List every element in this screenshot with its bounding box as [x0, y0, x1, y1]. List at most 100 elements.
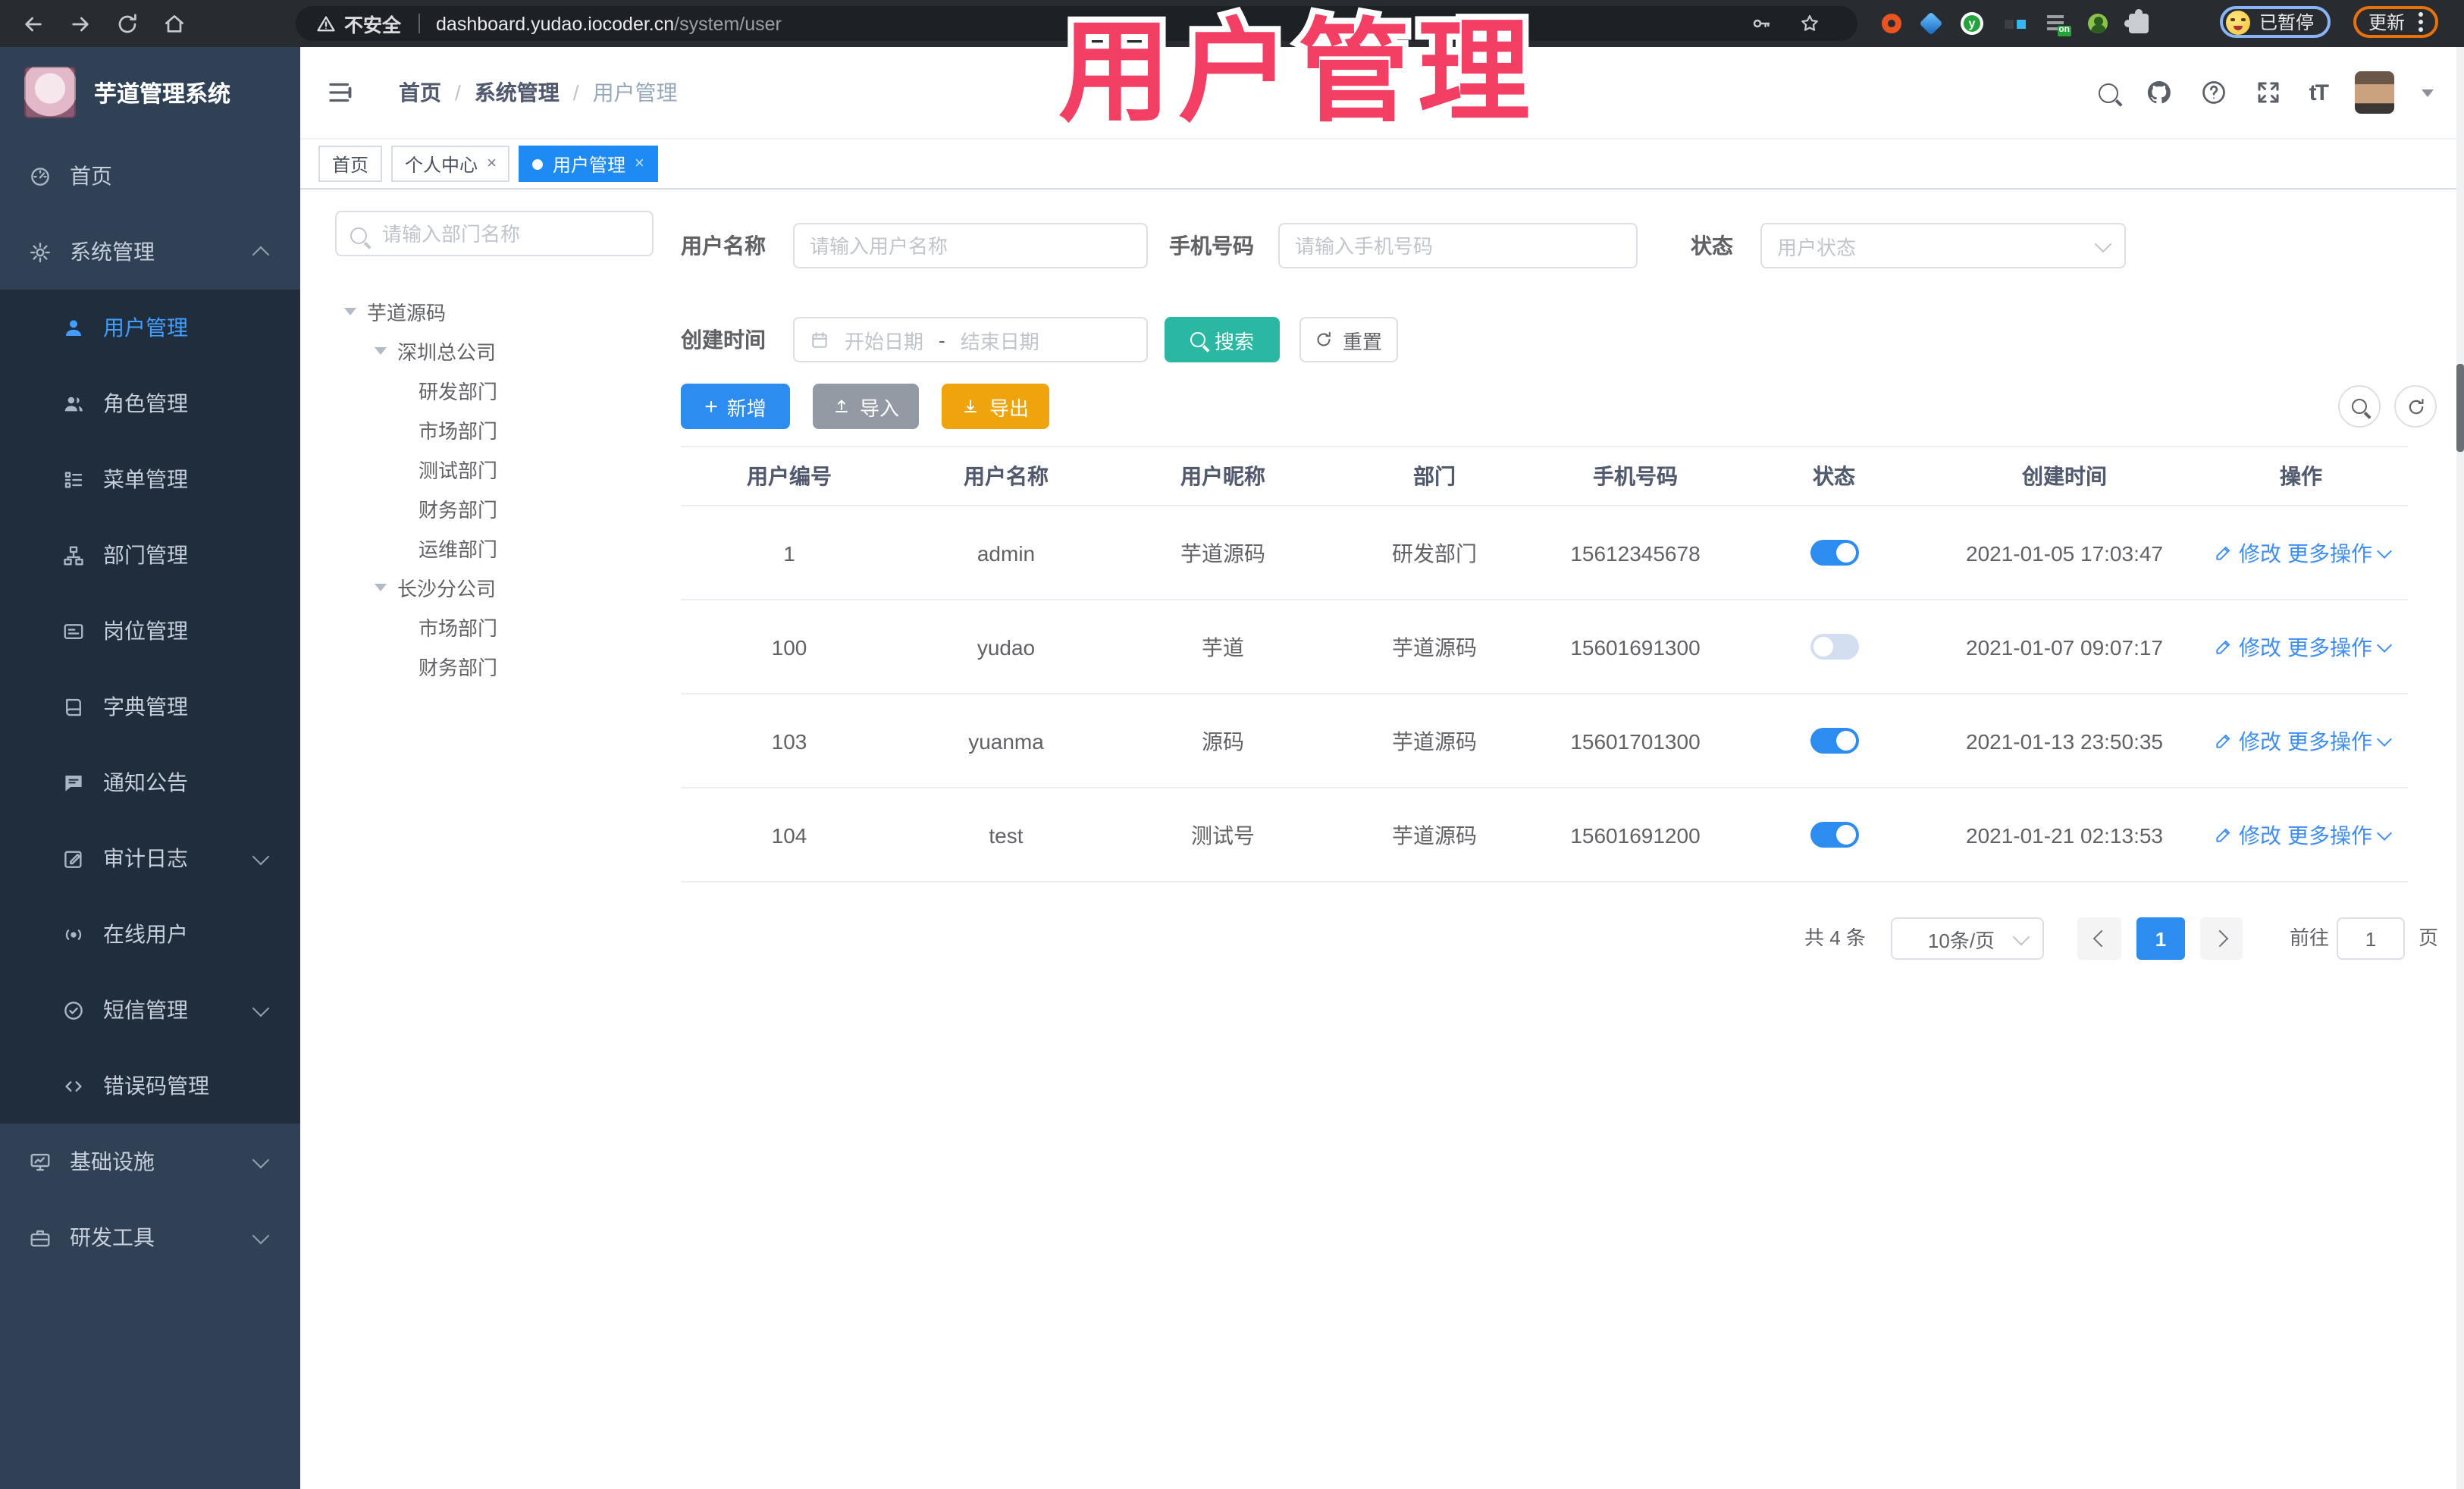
ubuntu-extension-icon[interactable]	[1882, 14, 1901, 33]
toggle-search-button[interactable]	[2338, 385, 2381, 428]
reload-icon[interactable]	[115, 11, 140, 36]
header-search-icon[interactable]	[2098, 83, 2118, 102]
goto-page-input[interactable]	[2337, 917, 2405, 960]
status-toggle[interactable]	[1810, 540, 1858, 566]
browser-update-button[interactable]: 更新	[2353, 6, 2439, 38]
status-select[interactable]: 用户状态	[1760, 223, 2126, 268]
sidebar-toggle-icon[interactable]	[326, 79, 353, 106]
tree-node-label: 长沙分公司	[397, 577, 497, 600]
address-divider	[418, 14, 420, 33]
import-button[interactable]: 导入	[813, 384, 919, 429]
page-scrollbar[interactable]	[2456, 47, 2464, 1489]
tree-node-长沙分公司[interactable]: 长沙分公司	[300, 567, 664, 607]
username-input[interactable]	[793, 223, 1148, 268]
sidebar-item-短信管理[interactable]: 短信管理	[0, 972, 300, 1048]
extensions-row: y on	[1882, 0, 2149, 47]
sidebar-item-岗位管理[interactable]: 岗位管理	[0, 593, 300, 669]
forward-icon[interactable]	[68, 11, 92, 36]
sidebar-item-基础设施[interactable]: 基础设施	[0, 1124, 300, 1199]
tree-node-财务部门[interactable]: 财务部门	[300, 646, 664, 685]
caret-down-icon[interactable]	[375, 346, 387, 354]
reset-button[interactable]: 重置	[1299, 317, 1398, 362]
sidebar-item-审计日志[interactable]: 审计日志	[0, 820, 300, 896]
edit-pencil-icon	[2215, 546, 2230, 560]
browser-profile-chip[interactable]: 已暂停	[2220, 6, 2331, 38]
fullscreen-icon[interactable]	[2255, 79, 2282, 106]
status-toggle[interactable]	[1810, 822, 1858, 848]
tree-node-测试部门[interactable]: 测试部门	[300, 449, 664, 488]
address-bar[interactable]: 不安全 dashboard.yudao.iocoder.cn /system/u…	[296, 6, 1857, 41]
person-extension-icon[interactable]	[2088, 14, 2108, 33]
tree-node-深圳总公司[interactable]: 深圳总公司	[300, 331, 664, 370]
help-icon[interactable]	[2200, 79, 2227, 106]
tree-node-芋道源码[interactable]: 芋道源码	[300, 291, 664, 331]
more-actions-link[interactable]: 更多操作	[2287, 820, 2391, 850]
tab-个人中心[interactable]: 个人中心 ×	[391, 146, 510, 182]
close-icon[interactable]: ×	[635, 155, 644, 172]
next-page-button[interactable]	[2200, 917, 2243, 960]
tab-用户管理[interactable]: 用户管理 ×	[519, 146, 658, 182]
sidebar-item-菜单管理[interactable]: 菜单管理	[0, 441, 300, 517]
caret-down-icon[interactable]	[344, 307, 356, 315]
breadcrumb-item[interactable]: 系统管理	[475, 77, 560, 108]
sidebar-item-字典管理[interactable]: 字典管理	[0, 669, 300, 744]
sidebar-item-系统管理[interactable]: 系统管理	[0, 214, 300, 290]
org-tree-icon	[61, 543, 85, 567]
password-key-icon[interactable]	[1750, 12, 1773, 35]
caret-down-icon[interactable]	[375, 583, 387, 591]
sidebar-item-错误码管理[interactable]: 错误码管理	[0, 1048, 300, 1124]
edit-link[interactable]: 修改	[2213, 632, 2281, 662]
on-badge-extension-icon[interactable]: on	[2047, 14, 2071, 36]
add-button[interactable]: + 新增	[681, 384, 790, 429]
home-icon[interactable]	[162, 11, 187, 36]
squares-extension-icon[interactable]	[2005, 19, 2026, 28]
date-range-picker[interactable]: 开始日期 - 结束日期	[793, 317, 1148, 362]
export-button[interactable]: 导出	[942, 384, 1049, 429]
scrollbar-thumb[interactable]	[2456, 364, 2464, 452]
sidebar-item-研发工具[interactable]: 研发工具	[0, 1199, 300, 1275]
refresh-table-button[interactable]	[2394, 385, 2437, 428]
more-actions-link[interactable]: 更多操作	[2287, 538, 2391, 568]
page-unit-label: 页	[2419, 926, 2439, 949]
back-icon[interactable]	[21, 11, 45, 36]
tab-首页[interactable]: 首页	[318, 146, 383, 182]
prev-page-button[interactable]	[2077, 917, 2121, 960]
sidebar-item-用户管理[interactable]: 用户管理	[0, 290, 300, 365]
tree-node-财务部门[interactable]: 财务部门	[300, 488, 664, 528]
more-actions-link[interactable]: 更多操作	[2287, 632, 2391, 662]
extensions-puzzle-icon[interactable]	[2124, 9, 2149, 33]
avatar-dropdown-caret-icon[interactable]	[2422, 89, 2434, 96]
tree-node-label: 测试部门	[419, 459, 498, 481]
sidebar-item-部门管理[interactable]: 部门管理	[0, 517, 300, 593]
more-actions-link[interactable]: 更多操作	[2287, 726, 2391, 756]
dept-search-input[interactable]	[335, 211, 654, 256]
tree-node-市场部门[interactable]: 市场部门	[300, 607, 664, 646]
sidebar-item-通知公告[interactable]: 通知公告	[0, 744, 300, 820]
tree-node-运维部门[interactable]: 运维部门	[300, 528, 664, 567]
user-avatar[interactable]	[2355, 71, 2394, 114]
gem-extension-icon[interactable]	[1919, 11, 1943, 36]
green-circle-extension-icon[interactable]: y	[1961, 12, 1983, 35]
current-page-button[interactable]: 1	[2136, 917, 2185, 960]
browser-menu-icon[interactable]	[2419, 20, 2424, 24]
app-logo[interactable]: 芋道管理系统	[0, 47, 300, 138]
status-toggle[interactable]	[1810, 634, 1858, 660]
sidebar-item-角色管理[interactable]: 角色管理	[0, 365, 300, 441]
page-size-select[interactable]: 10条/页	[1891, 917, 2044, 960]
edit-link[interactable]: 修改	[2213, 726, 2281, 756]
breadcrumb-item[interactable]: 首页	[399, 77, 441, 108]
tree-node-研发部门[interactable]: 研发部门	[300, 370, 664, 409]
status-cell	[1733, 540, 1935, 566]
font-size-icon[interactable]: tT	[2309, 80, 2329, 105]
status-toggle[interactable]	[1810, 728, 1858, 754]
search-button[interactable]: 搜索	[1165, 317, 1280, 362]
edit-link[interactable]: 修改	[2213, 538, 2281, 568]
sidebar-item-首页[interactable]: 首页	[0, 138, 300, 214]
mobile-input[interactable]	[1278, 223, 1638, 268]
tree-node-市场部门[interactable]: 市场部门	[300, 409, 664, 449]
sidebar-item-在线用户[interactable]: 在线用户	[0, 896, 300, 972]
bookmark-star-icon[interactable]	[1798, 12, 1821, 35]
edit-link[interactable]: 修改	[2213, 820, 2281, 850]
close-icon[interactable]: ×	[487, 155, 497, 172]
github-icon[interactable]	[2146, 79, 2173, 106]
